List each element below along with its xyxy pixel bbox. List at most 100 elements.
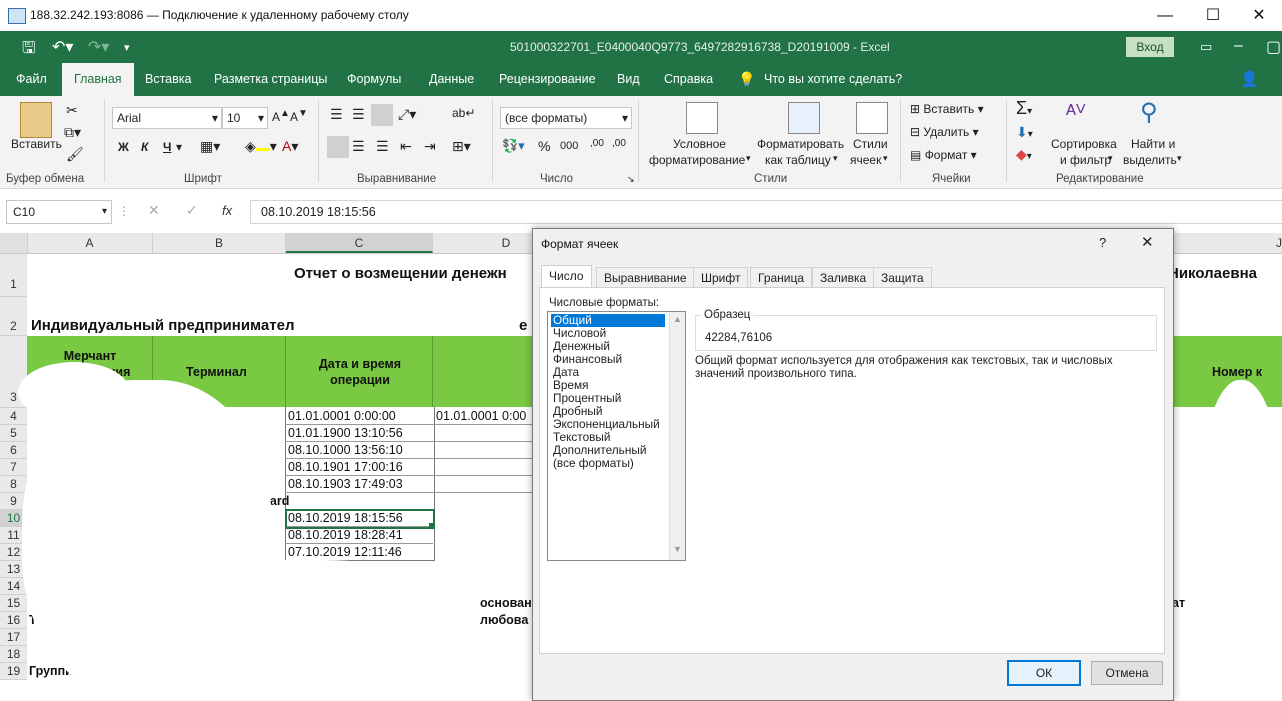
paste-icon[interactable] (20, 102, 52, 138)
copy-icon[interactable]: ⧉▾ (64, 124, 81, 141)
column-header-j[interactable]: J (1180, 233, 1282, 253)
align-center-icon[interactable]: ☰ (352, 138, 365, 155)
conditional-formatting-icon[interactable] (686, 102, 718, 134)
cell-c4[interactable]: 01.01.0001 0:00:00 (288, 409, 396, 423)
tab-font[interactable]: Шрифт (693, 267, 749, 288)
column-header-b[interactable]: B (153, 233, 286, 253)
tab-formulas[interactable]: Формулы (347, 63, 401, 96)
tab-fill[interactable]: Заливка (812, 267, 875, 288)
number-format-select[interactable]: (все форматы) ▾ (500, 107, 632, 129)
chevron-down-icon[interactable]: ▾ (176, 140, 182, 154)
name-box[interactable]: C10 ▾ (6, 200, 112, 224)
format-cells-button[interactable]: ▤ Формат ▾ (910, 148, 977, 162)
row-header[interactable]: 2 (0, 297, 27, 336)
select-all-corner[interactable] (0, 233, 28, 253)
conditional-formatting-label-1[interactable]: Условное (673, 137, 726, 151)
cell-styles-label-1[interactable]: Стили (853, 137, 888, 151)
tab-page-layout[interactable]: Разметка страницы (214, 63, 327, 96)
magnifier-icon[interactable]: ⚲ (1140, 98, 1158, 127)
sort-filter-label-2[interactable]: и фильтр (1060, 153, 1111, 167)
font-size-select[interactable]: 10 ▾ (222, 107, 268, 129)
decrease-decimal-icon[interactable]: ,00 (612, 138, 626, 149)
cell-d15[interactable]: основан (480, 596, 532, 610)
tab-review[interactable]: Рецензирование (499, 63, 596, 96)
tab-help[interactable]: Справка (664, 63, 713, 96)
clear-icon[interactable]: ◆▾ (1016, 146, 1032, 163)
align-middle-icon[interactable]: ☰ (352, 106, 365, 123)
orientation-icon[interactable]: ⤢▾ (398, 106, 416, 123)
excel-restore-icon[interactable]: ▢ (1266, 37, 1281, 57)
comma-style-icon[interactable]: 000 (560, 140, 578, 152)
align-top-icon[interactable]: ☰ (330, 106, 343, 123)
increase-font-icon[interactable]: A▲ (272, 108, 290, 124)
row-header[interactable]: 7 (0, 459, 27, 476)
align-left-icon[interactable] (327, 136, 349, 158)
format-as-table-label-1[interactable]: Форматировать (757, 137, 844, 151)
cell-c5[interactable]: 01.01.1900 13:10:56 (288, 426, 403, 440)
undo-icon[interactable]: ↶▾ (52, 37, 73, 57)
row-header[interactable]: 5 (0, 425, 27, 442)
merge-center-icon[interactable]: ⊞▾ (452, 138, 471, 155)
column-header-c[interactable]: C (286, 233, 433, 253)
fill-color-icon[interactable]: ◈ ▾ (245, 138, 277, 155)
tab-file[interactable]: Файл (16, 63, 47, 96)
scroll-down-icon[interactable]: ▼ (673, 544, 682, 554)
insert-cells-button[interactable]: ⊞ Вставить ▾ (910, 102, 984, 116)
row-header[interactable]: 8 (0, 476, 27, 493)
tab-view[interactable]: Вид (617, 63, 640, 96)
row-header[interactable]: 4 (0, 408, 27, 425)
maximize-icon[interactable]: ☐ (1190, 0, 1236, 31)
number-format-list[interactable]: Общий Числовой Денежный Финансовый Дата … (547, 311, 686, 561)
row-header[interactable]: 18 (0, 646, 27, 663)
cell-c6[interactable]: 08.10.1000 13:56:10 (288, 443, 403, 457)
signin-button[interactable]: Вход (1126, 37, 1174, 57)
ribbon-display-icon[interactable]: ▭ (1200, 39, 1212, 55)
autosum-icon[interactable]: Σ▾ (1016, 98, 1032, 119)
conditional-formatting-label-2[interactable]: форматирование (649, 153, 745, 167)
cancel-entry-icon[interactable]: ✕ (148, 202, 160, 219)
cell-c10[interactable]: 08.10.2019 18:15:56 (288, 511, 403, 525)
ok-button[interactable]: ОК (1007, 660, 1081, 686)
column-header-a[interactable]: A (27, 233, 153, 253)
row-header[interactable]: 19 (0, 663, 27, 680)
italic-button[interactable]: К (141, 140, 148, 154)
decrease-font-icon[interactable]: A▼ (290, 108, 308, 124)
find-select-label-1[interactable]: Найти и (1131, 137, 1175, 151)
align-bottom-icon[interactable] (371, 104, 393, 126)
align-right-icon[interactable]: ☰ (376, 138, 389, 155)
font-name-select[interactable]: Arial ▾ (112, 107, 222, 129)
wrap-text-icon[interactable]: ab↵ (452, 106, 475, 120)
increase-indent-icon[interactable]: ⇥ (424, 138, 436, 155)
help-icon[interactable]: ? (1099, 235, 1106, 250)
list-item[interactable]: (все форматы) (551, 457, 636, 470)
formula-input[interactable]: 08.10.2019 18:15:56 (250, 200, 1282, 224)
row-header[interactable]: 17 (0, 629, 27, 646)
close-icon[interactable]: ✕ (1236, 0, 1282, 31)
format-painter-icon[interactable]: 🖌 (66, 146, 84, 163)
paste-label[interactable]: Вставить (11, 137, 62, 151)
tab-protection[interactable]: Защита (873, 267, 932, 288)
tab-insert[interactable]: Вставка (145, 63, 191, 96)
list-scrollbar[interactable]: ▲ ▼ (669, 312, 685, 560)
format-as-table-label-2[interactable]: как таблицу (765, 153, 831, 167)
font-color-icon[interactable]: A▾ (282, 138, 298, 155)
cell-styles-icon[interactable] (856, 102, 888, 134)
row-header[interactable]: 16 (0, 612, 27, 629)
cell-c8[interactable]: 08.10.1903 17:49:03 (288, 477, 403, 491)
customize-qat-icon[interactable]: ▾ (124, 41, 130, 54)
scroll-up-icon[interactable]: ▲ (673, 314, 682, 324)
row-header[interactable]: 15 (0, 595, 27, 612)
delete-cells-button[interactable]: ⊟ Удалить ▾ (910, 125, 979, 139)
bold-button[interactable]: Ж (118, 140, 129, 154)
tab-alignment[interactable]: Выравнивание (596, 267, 695, 288)
tell-me-search[interactable]: Что вы хотите сделать? (764, 63, 902, 96)
sort-filter-icon[interactable]: ᴬⱽ (1066, 100, 1085, 126)
fill-handle[interactable] (429, 523, 434, 528)
excel-minimize-icon[interactable]: – (1234, 37, 1243, 55)
minimize-icon[interactable]: — (1142, 0, 1188, 31)
dialog-launcher-icon[interactable]: ↘ (627, 174, 635, 185)
share-icon[interactable]: 👤 (1240, 63, 1259, 96)
cancel-button[interactable]: Отмена (1091, 661, 1163, 685)
tab-number[interactable]: Число (541, 265, 592, 288)
tab-data[interactable]: Данные (429, 63, 474, 96)
